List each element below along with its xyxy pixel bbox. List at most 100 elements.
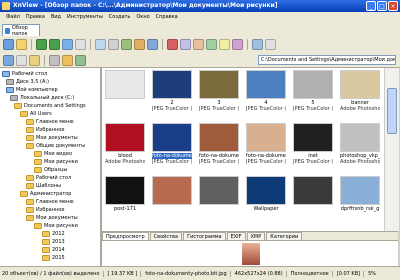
select-all-icon[interactable] [49,54,60,66]
print-icon[interactable] [108,39,119,50]
xnview-app-icon [2,2,10,10]
fullscreen-icon[interactable] [16,39,27,50]
view-thumbs-icon[interactable] [3,54,14,66]
tree-item[interactable]: 2013 [42,238,65,246]
thumbnail-item[interactable]: 5JPEG TrueColor (v1.2) [293,70,333,114]
up-folder-icon[interactable] [62,39,73,50]
thumbnail-item[interactable]: Wallpaper [246,176,286,220]
tree-item[interactable]: Шаблоны [26,182,61,190]
tag-icon[interactable] [75,54,86,66]
thumbnail-scrollbar[interactable] [384,68,399,231]
minimize-button[interactable]: _ [366,1,376,11]
tree-item[interactable]: Рабочий стол [26,174,71,182]
copy-icon[interactable] [180,39,191,50]
status-objects: 20 объект(ов) / 1 файл(ов) выделено [2,270,104,277]
tree-item[interactable]: Мои документы [26,134,78,142]
close-button[interactable]: × [388,1,398,11]
menu-create[interactable]: Создать [109,14,131,20]
tree-item[interactable]: Мои рисунки [34,222,78,230]
tree-item[interactable]: Администратор [20,190,71,198]
status-mode: Полноцветное [291,270,333,277]
settings-icon[interactable] [252,39,263,50]
thumbnail-image [105,176,145,205]
view-mode-icon[interactable] [206,39,217,50]
tree-item[interactable]: Избранное [26,206,64,214]
tree-item[interactable]: Мои рисунки [34,158,78,166]
sort-icon[interactable] [219,39,230,50]
thumbnail-item[interactable]: inetJPEG TrueColor (v1.2) [293,123,333,167]
tree-item[interactable]: 2014 [42,246,65,254]
menu-help[interactable]: Справка [156,14,178,20]
tree-item[interactable]: Мой компьютер [6,86,58,94]
view-details-icon[interactable] [29,54,40,66]
tree-item[interactable]: All Users [20,110,52,118]
move-icon[interactable] [193,39,204,50]
view-list-icon[interactable] [16,54,27,66]
menu-tools[interactable]: Инструменты [67,14,103,20]
thumbnail-item[interactable]: 2JPEG TrueColor (v1.2) [152,70,192,114]
thumbnail-item[interactable]: foto-na-dokumentJPEG TrueColor (v1.2) [152,123,192,167]
main-toolbar [0,36,400,53]
back-icon[interactable] [36,39,47,50]
thumbnail-item[interactable]: foto-na-dokumentJPEG TrueColor (v1.2) [199,123,239,167]
tree-item[interactable]: Избранное [26,126,64,134]
thumbnail-item[interactable]: post-171 [105,176,145,220]
scrollbar-thumb[interactable] [387,88,397,134]
thumbnail-item[interactable] [152,176,192,220]
thumbnail-type: JPEG TrueColor (v1.2) [293,106,333,112]
slideshow-icon[interactable] [121,39,132,50]
tree-item[interactable]: Documents and Settings [14,102,86,110]
thumbnail-item[interactable]: foto-na-dokumentJPEG TrueColor (v1.2) [246,123,286,167]
thumbnail-type: Adobe Photoshop doc [340,159,380,165]
thumbnail-item[interactable] [105,70,145,114]
thumbnail-item[interactable]: 4JPEG TrueColor (v1.2) [246,70,286,114]
thumbnail-item[interactable] [293,176,333,220]
info-icon[interactable] [265,39,276,50]
preview-pane [102,240,398,267]
thumbnail-item[interactable]: photoshop_vkp_s_Adobe Photoshop doc [340,123,380,167]
thumbnail-image [105,70,145,99]
tree-item[interactable]: 2012 [42,230,65,238]
tree-item[interactable]: Общие документы [26,142,85,150]
folder-icon [20,191,28,197]
address-bar[interactable]: C:\Documents and Settings\Администратор\… [258,55,396,65]
thumbnail-item[interactable]: 3JPEG TrueColor (v1.2) [199,70,239,114]
tree-item[interactable]: Локальный диск (C:) [10,94,74,102]
browser-icon[interactable] [3,39,14,50]
thumbnail-item[interactable]: dprffrsnb_rsk_g [340,176,380,220]
convert-icon[interactable] [134,39,145,50]
rename-icon[interactable] [147,39,158,50]
tree-item[interactable]: Мои видео [34,150,72,158]
thumbnail-item[interactable] [199,176,239,220]
forward-icon[interactable] [49,39,60,50]
tree-item[interactable]: Мои документы [26,214,78,222]
menu-file[interactable]: Файл [6,14,20,20]
rating-icon[interactable] [62,54,73,66]
acquire-icon[interactable] [95,39,106,50]
delete-icon[interactable] [167,39,178,50]
tree-item[interactable]: Рабочий стол [2,70,47,78]
tree-item-label: Избранное [36,207,65,213]
menu-edit[interactable]: Правка [26,14,45,20]
tree-item[interactable]: Образцы [34,166,67,174]
tree-item[interactable]: Главное меню [26,198,74,206]
tree-item-label: Мой компьютер [16,87,58,93]
menu-window[interactable]: Окно [136,14,149,20]
tab-folder-browser[interactable]: Обзор папок [2,24,40,37]
tree-item[interactable]: 2015 [42,254,65,262]
thumbnail-name: Wallpaper [253,206,279,212]
drive-icon [6,79,14,85]
refresh-icon[interactable] [75,39,86,50]
tree-item-label: Мои документы [36,135,78,141]
thumbnail-type: Adobe Photoshop doc [340,106,380,112]
tree-item-label: Мои рисунки [44,223,78,229]
thumbnail-item[interactable]: bannerAdobe Photoshop doc [340,70,380,114]
filter-icon[interactable] [232,39,243,50]
menu-view[interactable]: Вид [51,14,61,20]
maximize-button[interactable]: □ [377,1,387,11]
tab-label: Обзор папок [11,24,28,37]
thumbnail-item[interactable]: bloodAdobe Photoshop doc [105,123,145,167]
tree-item[interactable]: Диск 3.5 (A:) [6,78,49,86]
tree-item-label: Общие документы [36,143,86,149]
tree-item[interactable]: Главное меню [26,118,74,126]
